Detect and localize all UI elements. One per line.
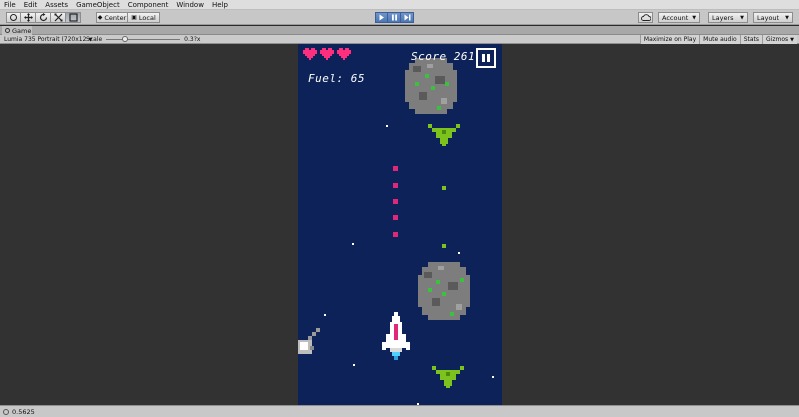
pivot-label: Center <box>104 13 127 22</box>
status-message: 0.5625 <box>12 407 35 416</box>
status-bar: 0.5625 <box>0 405 799 417</box>
pivot-center-button[interactable]: ◆ Center <box>96 12 128 23</box>
rect-icon <box>68 13 78 22</box>
heart-icon <box>337 48 351 60</box>
enemy-bullets <box>442 186 446 248</box>
stats-toggle[interactable]: Stats <box>739 35 763 44</box>
info-icon <box>3 408 9 415</box>
menu-bar: File Edit Assets GameObject Component Wi… <box>0 0 799 10</box>
chevron-down-icon: ▼ <box>740 14 744 21</box>
tab-game[interactable]: Game <box>2 26 32 35</box>
unity-editor: File Edit Assets GameObject Component Wi… <box>0 0 799 417</box>
mute-audio-toggle[interactable]: Mute audio <box>699 35 740 44</box>
player-ship <box>382 312 410 360</box>
scale-slider[interactable] <box>106 36 181 42</box>
enemy-ship <box>428 124 460 146</box>
move-tool-button[interactable] <box>21 12 36 23</box>
enemy-ship <box>432 366 464 388</box>
pause-button[interactable] <box>388 12 401 23</box>
gizmos-dropdown[interactable]: Gizmos ▼ <box>762 35 797 44</box>
layers-group: Layers ▼ <box>708 12 748 23</box>
pause-bar-left <box>482 54 485 62</box>
menu-file[interactable]: File <box>4 1 16 9</box>
local-icon: ▣ <box>131 14 137 21</box>
game-tab-icon <box>5 28 10 33</box>
move-icon <box>23 13 33 22</box>
resolution-dropdown[interactable]: Lumia 735 Portrait (720x12 ▼ <box>4 36 92 43</box>
score-display: Score 261 <box>411 50 476 63</box>
layers-label: Layers <box>712 13 734 22</box>
pivot-icon: ◆ <box>97 14 103 21</box>
toolbar: ◆ Center ▣ Local Account ▼ Layers ▼ Layo… <box>0 10 799 25</box>
pivot-local-button[interactable]: ▣ Local <box>128 12 160 23</box>
stars <box>324 74 494 405</box>
layout-label: Layout <box>757 13 780 22</box>
asteroid <box>418 262 470 320</box>
heart-icon <box>320 48 334 60</box>
maximize-on-play-toggle[interactable]: Maximize on Play <box>639 35 700 44</box>
pivot-toggles: ◆ Center ▣ Local <box>96 12 160 23</box>
asteroid <box>405 58 457 114</box>
menu-edit[interactable]: Edit <box>24 1 38 9</box>
game-view-options: Maximize on Play Mute audio Stats Gizmos… <box>639 35 797 44</box>
game-screen[interactable]: Fuel: 65 Score 261 <box>298 44 502 405</box>
tab-strip: Game <box>0 26 799 35</box>
scale-slider-handle[interactable] <box>122 36 129 42</box>
transform-tools <box>6 12 81 23</box>
cloud-button-group <box>638 12 653 23</box>
step-button[interactable] <box>401 12 414 23</box>
chevron-down-icon: ▼ <box>785 14 789 21</box>
hand-tool-button[interactable] <box>6 12 21 23</box>
account-group: Account ▼ <box>658 12 700 23</box>
heart-icon <box>303 48 317 60</box>
fuel-display: Fuel: 65 <box>308 72 365 85</box>
resolution-label: Lumia 735 Portrait (720x12 <box>4 36 87 43</box>
rect-tool-button[interactable] <box>66 12 81 23</box>
chevron-down-icon: ▼ <box>692 14 697 21</box>
player-bullets <box>393 166 398 237</box>
account-label: Account <box>662 13 689 22</box>
lives-display <box>303 48 351 60</box>
cloud-icon <box>640 14 651 21</box>
menu-assets[interactable]: Assets <box>45 1 68 9</box>
account-dropdown[interactable]: Account ▼ <box>658 12 700 23</box>
maximize-label: Maximize on Play <box>643 36 697 43</box>
mute-label: Mute audio <box>703 36 737 43</box>
chevron-down-icon: ▼ <box>790 36 794 43</box>
step-icon <box>404 14 410 21</box>
pause-bar-right <box>487 54 490 62</box>
tab-game-label: Game <box>12 26 32 35</box>
stats-label: Stats <box>743 36 760 43</box>
menu-gameobject[interactable]: GameObject <box>76 1 120 9</box>
layout-group: Layout ▼ <box>753 12 793 23</box>
menu-component[interactable]: Component <box>128 1 169 9</box>
menu-help[interactable]: Help <box>212 1 228 9</box>
layout-dropdown[interactable]: Layout ▼ <box>753 12 793 23</box>
rotate-icon <box>39 13 47 22</box>
play-button[interactable] <box>375 12 388 23</box>
rotate-tool-button[interactable] <box>36 12 51 23</box>
scale-icon <box>54 13 62 22</box>
menu-window[interactable]: Window <box>176 1 204 9</box>
gizmos-label: Gizmos <box>766 36 789 43</box>
scale-tool-button[interactable] <box>51 12 66 23</box>
hand-icon <box>10 14 17 21</box>
playback-controls <box>375 12 414 23</box>
local-label: Local <box>138 13 156 22</box>
game-scene <box>298 58 494 405</box>
pause-game-button[interactable] <box>476 48 496 68</box>
scale-label: Scale <box>86 36 103 43</box>
satellite <box>298 328 320 354</box>
game-view-toolbar: Lumia 735 Portrait (720x12 ▼ Scale 0.3?x… <box>0 35 799 44</box>
game-viewport: Fuel: 65 Score 261 <box>0 44 799 405</box>
pause-icon <box>391 14 397 21</box>
layers-dropdown[interactable]: Layers ▼ <box>708 12 748 23</box>
cloud-button[interactable] <box>638 12 653 23</box>
play-icon <box>379 14 384 21</box>
scale-value: 0.3?x <box>184 36 201 43</box>
scale-control: Scale 0.3?x <box>86 36 200 43</box>
